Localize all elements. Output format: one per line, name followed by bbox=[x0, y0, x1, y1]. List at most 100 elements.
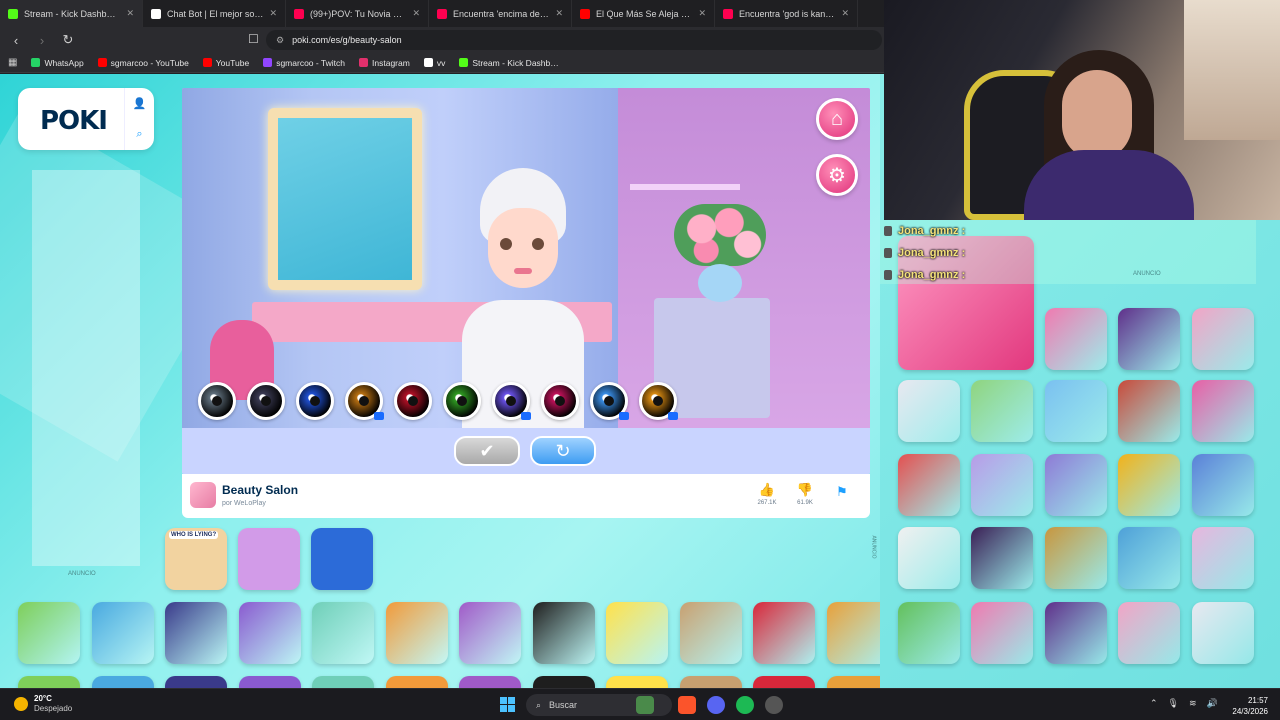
bookmark-item[interactable]: YouTube bbox=[202, 58, 249, 68]
game-tile[interactable] bbox=[91, 676, 154, 688]
eye-color-option[interactable] bbox=[345, 382, 384, 420]
bookmark-item[interactable]: WhatsApp bbox=[31, 58, 84, 68]
game-tile[interactable] bbox=[238, 676, 301, 688]
eye-color-option[interactable] bbox=[296, 382, 334, 420]
game-tile[interactable] bbox=[18, 676, 80, 688]
clock[interactable]: 21:57 24/3/2026 bbox=[1232, 695, 1268, 717]
bookmark-item[interactable]: sgmarcoo - YouTube bbox=[97, 58, 189, 68]
browser-tab[interactable]: (99+)POV: Tu Novia Busca el P… ✕ bbox=[286, 0, 429, 27]
browser-tab[interactable]: Encuentra 'god is kanye west'… ✕ bbox=[715, 0, 858, 27]
widget-icon[interactable] bbox=[636, 696, 654, 714]
eye-color-option[interactable] bbox=[394, 382, 432, 420]
forward-icon[interactable]: › bbox=[32, 30, 52, 50]
game-tile[interactable] bbox=[971, 380, 1033, 442]
game-tile[interactable] bbox=[898, 527, 960, 589]
game-tile[interactable] bbox=[311, 528, 373, 590]
bookmark-item[interactable]: sgmarcoo - Twitch bbox=[263, 58, 345, 68]
dislike-button[interactable]: 👎 61.9K bbox=[790, 482, 820, 506]
game-tile[interactable] bbox=[91, 602, 154, 664]
back-icon[interactable]: ‹ bbox=[6, 30, 26, 50]
game-tile[interactable] bbox=[1045, 527, 1107, 589]
eye-color-option[interactable] bbox=[198, 382, 236, 420]
game-tile[interactable] bbox=[385, 676, 448, 688]
eye-color-option[interactable] bbox=[492, 382, 531, 420]
game-tile[interactable] bbox=[606, 602, 668, 664]
game-canvas[interactable]: ⌂ ⚙ ✔ ↻ bbox=[182, 88, 870, 474]
obs-icon[interactable] bbox=[765, 696, 783, 714]
game-tile[interactable] bbox=[753, 602, 815, 664]
game-tile[interactable] bbox=[753, 676, 815, 688]
game-tile[interactable] bbox=[1045, 308, 1107, 370]
poki-logo[interactable]: POKI bbox=[40, 106, 108, 136]
game-tile[interactable] bbox=[238, 528, 300, 590]
game-tile[interactable] bbox=[1118, 308, 1180, 370]
browser-tab[interactable]: El Que Más Se Aleja En 7 Días… ✕ bbox=[572, 0, 715, 27]
game-tile[interactable] bbox=[1118, 602, 1180, 664]
game-tile[interactable] bbox=[679, 602, 742, 664]
game-tile[interactable] bbox=[312, 602, 374, 664]
game-tile[interactable] bbox=[18, 602, 80, 664]
gear-icon[interactable]: ⚙ bbox=[816, 154, 858, 196]
user-icon[interactable]: 👤 bbox=[133, 97, 147, 110]
start-icon[interactable] bbox=[500, 697, 515, 712]
game-tile[interactable] bbox=[1118, 454, 1180, 516]
eye-color-option[interactable] bbox=[590, 382, 629, 420]
game-tile[interactable] bbox=[312, 676, 374, 688]
game-tile[interactable] bbox=[1045, 454, 1107, 516]
browser-tab[interactable]: Stream - Kick Dashboard ✕ bbox=[0, 0, 143, 27]
bookmark-item[interactable]: Instagram bbox=[359, 58, 410, 68]
browser-tab[interactable]: Chat Bot | El mejor software p… ✕ bbox=[143, 0, 286, 27]
game-tile[interactable] bbox=[165, 602, 227, 664]
like-button[interactable]: 👍 267.1K bbox=[752, 482, 782, 506]
brave-icon[interactable] bbox=[678, 696, 696, 714]
close-icon[interactable]: ✕ bbox=[412, 8, 420, 19]
chevron-up-icon[interactable]: ⌃ bbox=[1150, 698, 1158, 709]
game-tile[interactable] bbox=[1192, 602, 1254, 664]
refresh-icon[interactable]: ↻ bbox=[530, 436, 596, 466]
reload-icon[interactable]: ↻ bbox=[58, 30, 78, 50]
microphone-icon[interactable]: 🎙 bbox=[1168, 698, 1179, 709]
game-tile[interactable] bbox=[238, 602, 301, 664]
eye-color-option[interactable] bbox=[639, 382, 678, 420]
address-bar[interactable]: ⚙ poki.com/es/g/beauty-salon bbox=[266, 30, 882, 50]
browser-tab[interactable]: Encuentra 'encima del yeski+'… ✕ bbox=[429, 0, 572, 27]
check-icon[interactable]: ✔ bbox=[454, 436, 520, 466]
close-icon[interactable]: ✕ bbox=[555, 8, 563, 19]
game-tile[interactable] bbox=[165, 676, 227, 688]
weather-widget[interactable]: 20°C Despejado bbox=[14, 694, 72, 714]
close-icon[interactable]: ✕ bbox=[269, 8, 277, 19]
eye-color-option[interactable] bbox=[443, 382, 481, 420]
game-tile[interactable] bbox=[971, 454, 1033, 516]
eye-color-option[interactable] bbox=[247, 382, 285, 420]
game-tile[interactable] bbox=[1192, 527, 1254, 589]
spotify-icon[interactable] bbox=[736, 696, 754, 714]
volume-icon[interactable]: 🔊 bbox=[1207, 698, 1218, 709]
site-info-icon[interactable]: ⚙ bbox=[276, 35, 284, 46]
close-icon[interactable]: ✕ bbox=[126, 8, 134, 19]
game-tile[interactable] bbox=[826, 602, 880, 664]
bookmark-item[interactable]: Stream - Kick Dashb… bbox=[459, 58, 559, 68]
game-tile[interactable] bbox=[679, 676, 742, 688]
wifi-icon[interactable]: ≋ bbox=[1189, 698, 1197, 709]
game-tile[interactable] bbox=[1192, 380, 1254, 442]
game-tile[interactable] bbox=[971, 602, 1033, 664]
game-tile[interactable] bbox=[1118, 380, 1180, 442]
bookmark-item[interactable]: vv bbox=[423, 58, 445, 68]
game-tile[interactable] bbox=[1118, 527, 1180, 589]
search-icon[interactable]: ⌕ bbox=[136, 128, 142, 141]
flag-icon[interactable]: ⚑ bbox=[836, 484, 848, 500]
game-tile[interactable] bbox=[1045, 602, 1107, 664]
discord-icon[interactable] bbox=[707, 696, 725, 714]
bookmark-icon[interactable]: ☐ bbox=[248, 32, 259, 46]
game-tile[interactable] bbox=[532, 676, 595, 688]
close-icon[interactable]: ✕ bbox=[698, 8, 706, 19]
game-tile[interactable]: WHO IS LYING? bbox=[165, 528, 227, 590]
game-tile[interactable] bbox=[898, 602, 960, 664]
apps-icon[interactable]: ▦ bbox=[8, 57, 17, 68]
home-icon[interactable]: ⌂ bbox=[816, 98, 858, 140]
game-tile[interactable] bbox=[1192, 454, 1254, 516]
game-tile[interactable] bbox=[606, 676, 668, 688]
eye-color-option[interactable] bbox=[541, 382, 579, 420]
game-tile[interactable] bbox=[898, 380, 960, 442]
close-icon[interactable]: ✕ bbox=[841, 8, 849, 19]
